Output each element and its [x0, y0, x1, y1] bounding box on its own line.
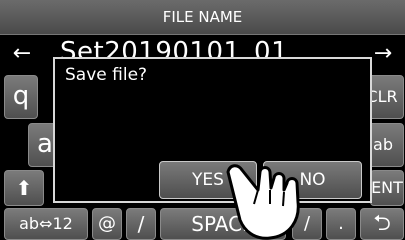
key-at[interactable]: @ — [92, 208, 122, 240]
touch-hand-icon — [226, 164, 300, 240]
screen-title: FILE NAME — [0, 0, 405, 35]
key-q[interactable]: q — [4, 75, 38, 119]
key-enter[interactable]: ENT — [370, 170, 404, 206]
key-dot[interactable]: . — [326, 208, 356, 240]
cursor-left-button[interactable]: ← — [2, 35, 42, 73]
file-name-screen: FILE NAME ← Set20190101_01 → q CLR a ab … — [0, 0, 405, 240]
dialog-message: Save file? — [65, 65, 148, 85]
key-slash[interactable]: / — [126, 208, 156, 240]
key-shift[interactable]: ⬆ — [4, 170, 44, 206]
key-backspace[interactable]: ⮌ — [360, 208, 404, 240]
key-mode-switch[interactable]: ab⇔12 — [4, 208, 88, 240]
save-file-dialog: Save file? YES NO — [53, 57, 372, 203]
